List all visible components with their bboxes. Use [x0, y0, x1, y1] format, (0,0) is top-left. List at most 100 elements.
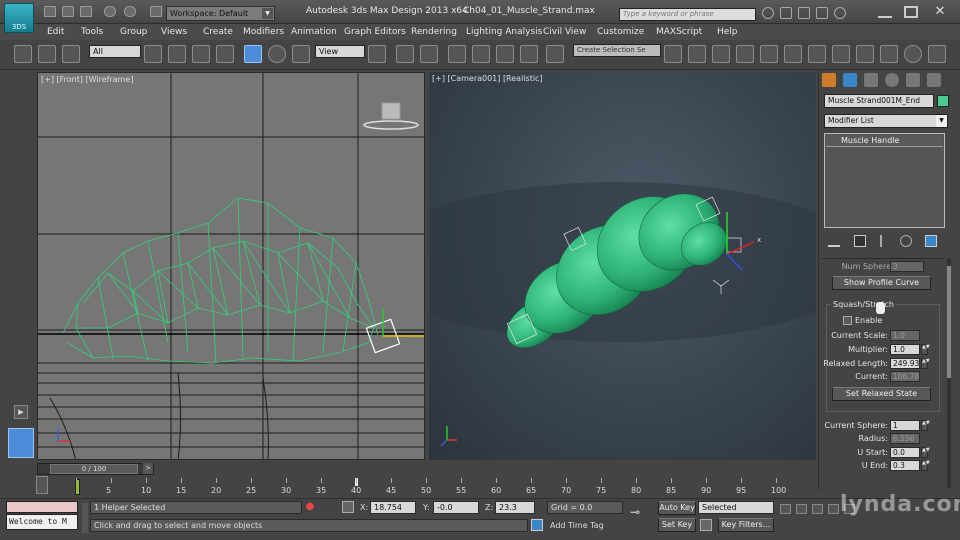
rendered-frame-window-icon[interactable]: [856, 45, 874, 63]
create-tab-icon[interactable]: [822, 73, 836, 87]
maxscript-listener-output[interactable]: [6, 501, 78, 513]
mirror-icon[interactable]: [664, 45, 682, 63]
menu-modifiers[interactable]: Modifiers: [243, 27, 284, 37]
search-icon[interactable]: [762, 7, 774, 19]
object-color-swatch[interactable]: [937, 95, 949, 107]
set-key-mode-icon[interactable]: ⊸: [630, 505, 652, 519]
camera-viewport[interactable]: x [+] [Camera001] [Realistic]: [429, 72, 816, 460]
new-file-icon[interactable]: [44, 6, 56, 17]
stack-item-muscle-handle[interactable]: Muscle Handle: [826, 135, 943, 147]
hierarchy-tab-icon[interactable]: [864, 73, 878, 87]
curve-editor-icon[interactable]: [760, 45, 778, 63]
snaps-toggle-icon[interactable]: [448, 45, 466, 63]
keyboard-shortcut-override-icon[interactable]: [420, 45, 438, 63]
menu-maxscript[interactable]: MAXScript: [656, 27, 702, 37]
key-icon[interactable]: [700, 519, 712, 531]
next-frame-icon[interactable]: [828, 504, 839, 514]
show-end-result-icon[interactable]: [854, 235, 866, 247]
open-mini-curve-editor-icon[interactable]: [36, 476, 48, 494]
lock-selection-icon[interactable]: ●: [305, 501, 315, 513]
current-scale-spinner[interactable]: 1.0: [890, 330, 920, 341]
relaxed-length-spinner[interactable]: 249.936: [890, 358, 920, 369]
auto-key-button[interactable]: Auto Key: [658, 501, 696, 515]
maximize-icon[interactable]: [904, 6, 918, 18]
subscription-icon[interactable]: [780, 7, 792, 19]
radius-spinner[interactable]: 6.556: [890, 433, 920, 444]
render-production-icon[interactable]: [880, 45, 898, 63]
select-and-move-icon[interactable]: [244, 45, 262, 63]
modify-tab-icon[interactable]: [843, 73, 857, 87]
app-logo-button[interactable]: 3DS: [4, 3, 34, 33]
selection-filter-dropdown[interactable]: All: [89, 45, 141, 58]
menu-create[interactable]: Create: [203, 27, 233, 37]
close-icon[interactable]: ✕: [930, 4, 950, 20]
menu-civil-view[interactable]: Civil View: [543, 27, 586, 37]
select-object-icon[interactable]: [144, 45, 162, 63]
current-sphere-spinner-arrows[interactable]: ▲▼: [921, 420, 930, 431]
pin-stack-icon[interactable]: [828, 235, 840, 247]
object-name-field[interactable]: Muscle Strand001M_End: [824, 94, 934, 108]
modifier-list-dropdown[interactable]: Modifier List ▼: [824, 114, 948, 128]
configure-modifier-sets-icon[interactable]: [925, 235, 937, 247]
menu-help[interactable]: Help: [717, 27, 738, 37]
window-crossing-icon[interactable]: [216, 45, 234, 63]
maxscript-mini-listener[interactable]: Welcome to M: [6, 514, 78, 530]
graphite-modeling-tools-icon[interactable]: [736, 45, 754, 63]
percent-snap-icon[interactable]: [496, 45, 514, 63]
multiplier-spinner-arrows[interactable]: ▲▼: [921, 344, 930, 355]
menu-customize[interactable]: Customize: [597, 27, 644, 37]
viewport-layout-2v-icon[interactable]: [8, 428, 34, 458]
select-and-scale-icon[interactable]: [292, 45, 310, 63]
absolute-mode-icon[interactable]: [342, 501, 354, 513]
select-and-rotate-icon[interactable]: [268, 45, 286, 63]
front-viewport[interactable]: [+] [Front] [Wireframe]: [37, 72, 425, 460]
menu-group[interactable]: Group: [120, 27, 147, 37]
set-key-button[interactable]: Set Key: [658, 518, 696, 532]
current-length-spinner[interactable]: 106.787: [890, 371, 920, 382]
workspace-dropdown[interactable]: Workspace: Default ▼: [166, 6, 275, 21]
select-and-link-icon[interactable]: [14, 45, 32, 63]
key-filters-button[interactable]: Key Filters...: [718, 518, 774, 532]
undo-icon[interactable]: [104, 6, 116, 17]
display-tab-icon[interactable]: [906, 73, 920, 87]
add-time-tag-button[interactable]: Add Time Tag: [550, 521, 604, 530]
listener-handle[interactable]: [82, 503, 88, 533]
enable-checkbox[interactable]: [843, 316, 852, 325]
save-file-icon[interactable]: [80, 6, 92, 17]
named-selection-sets-dropdown[interactable]: Create Selection Se: [573, 44, 661, 57]
go-to-start-icon[interactable]: [780, 504, 791, 514]
auto-key-selection-dropdown[interactable]: Selected: [698, 501, 774, 514]
current-sphere-spinner[interactable]: 1: [890, 420, 920, 431]
render-iterative-icon[interactable]: [904, 45, 922, 63]
menu-views[interactable]: Views: [161, 27, 187, 37]
u-end-spinner[interactable]: 0.3: [890, 460, 920, 471]
bind-to-space-warp-icon[interactable]: [62, 45, 80, 63]
time-slider-thumb[interactable]: 0 / 100: [50, 464, 138, 474]
angle-snap-icon[interactable]: [472, 45, 490, 63]
align-icon[interactable]: [688, 45, 706, 63]
reference-coordinate-dropdown[interactable]: View: [315, 45, 365, 58]
edit-named-selection-icon[interactable]: [546, 45, 564, 63]
menu-rendering[interactable]: Rendering: [411, 27, 457, 37]
select-by-name-icon[interactable]: [168, 45, 186, 63]
schematic-view-icon[interactable]: [784, 45, 802, 63]
set-relaxed-state-button[interactable]: Set Relaxed State: [832, 387, 931, 401]
multiplier-spinner[interactable]: 1.0: [890, 344, 920, 355]
previous-frame-icon[interactable]: [796, 504, 807, 514]
u-start-spinner[interactable]: 0.0: [890, 447, 920, 458]
front-viewport-label[interactable]: [+] [Front] [Wireframe]: [41, 75, 133, 84]
spinner-snap-icon[interactable]: [520, 45, 538, 63]
command-panel-scroll-thumb[interactable]: [947, 266, 951, 378]
motion-tab-icon[interactable]: [885, 73, 899, 87]
search-input[interactable]: Type a keyword or phrase: [619, 8, 756, 21]
relaxed-length-spinner-arrows[interactable]: ▲▼: [921, 358, 930, 369]
favorites-icon[interactable]: [816, 7, 828, 19]
menu-animation[interactable]: Animation: [291, 27, 337, 37]
menu-lighting-analysis[interactable]: Lighting Analysis: [466, 27, 542, 37]
show-profile-curve-button[interactable]: Show Profile Curve: [832, 276, 931, 290]
unlink-selection-icon[interactable]: [38, 45, 56, 63]
expand-arrow-icon[interactable]: ▶: [14, 405, 28, 419]
layer-manager-icon[interactable]: [712, 45, 730, 63]
minimize-icon[interactable]: [878, 6, 892, 18]
u-end-spinner-arrows[interactable]: ▲▼: [921, 460, 930, 471]
